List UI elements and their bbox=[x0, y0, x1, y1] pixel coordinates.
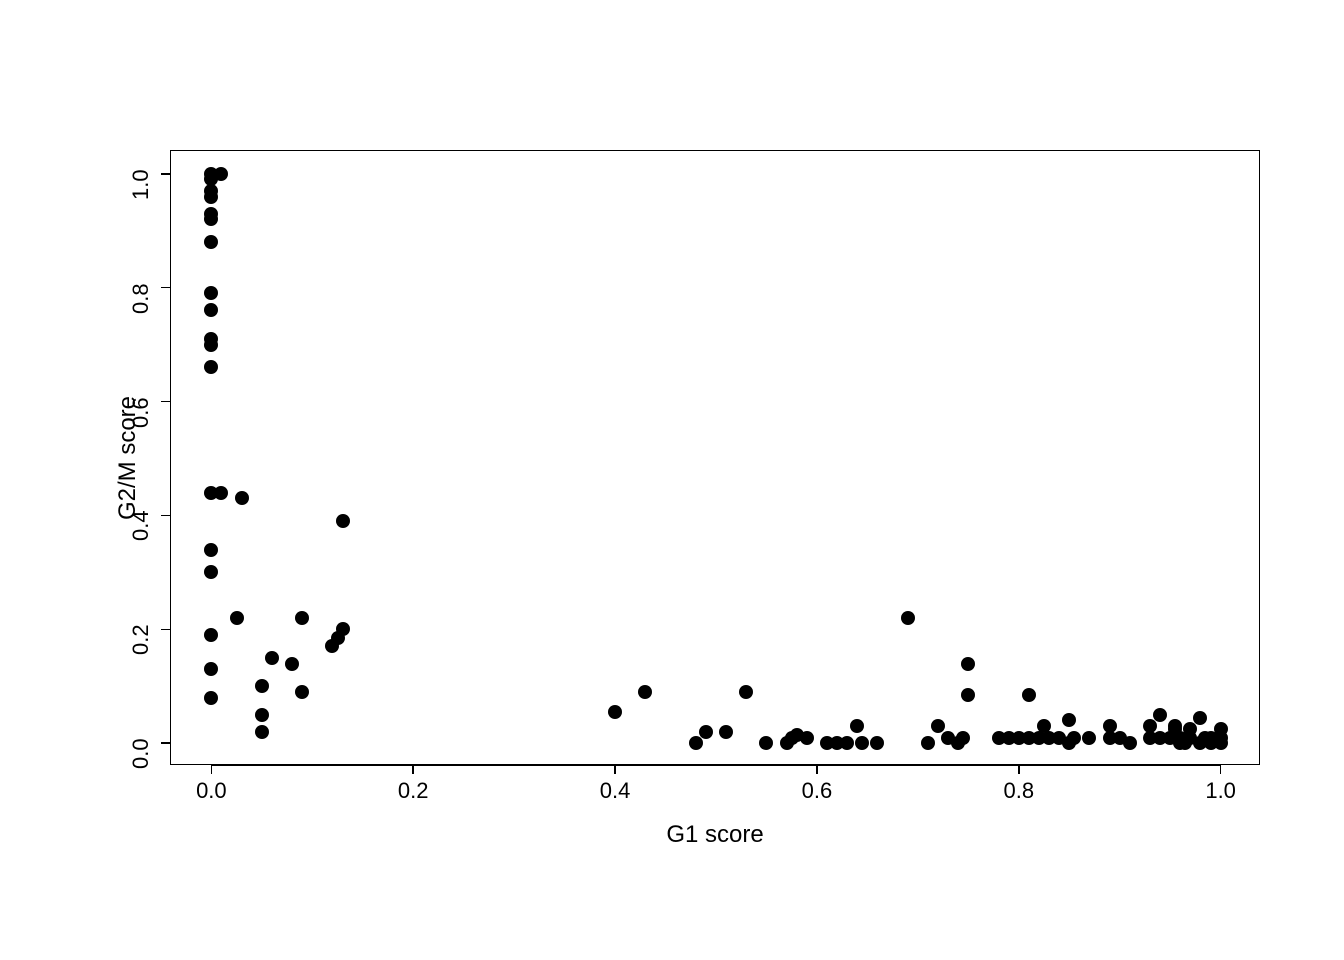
data-point bbox=[204, 332, 218, 346]
x-tick-label: 0.6 bbox=[802, 778, 833, 804]
data-point bbox=[901, 611, 915, 625]
data-point bbox=[719, 725, 733, 739]
x-tick-label: 1.0 bbox=[1205, 778, 1236, 804]
data-point bbox=[739, 685, 753, 699]
data-point bbox=[336, 622, 350, 636]
y-tick-label: 1.0 bbox=[128, 169, 154, 200]
data-point bbox=[295, 611, 309, 625]
data-point bbox=[961, 657, 975, 671]
data-point bbox=[1193, 711, 1207, 725]
data-point bbox=[204, 565, 218, 579]
data-point bbox=[204, 662, 218, 676]
data-point bbox=[230, 611, 244, 625]
scatter-chart: G1 score G2/M score 0.00.20.40.60.81.00.… bbox=[0, 0, 1344, 960]
data-point bbox=[870, 736, 884, 750]
data-point bbox=[1123, 736, 1137, 750]
data-point bbox=[204, 543, 218, 557]
x-tick bbox=[211, 764, 213, 774]
data-point bbox=[235, 491, 249, 505]
data-point bbox=[255, 708, 269, 722]
x-tick bbox=[412, 764, 414, 774]
data-point bbox=[265, 651, 279, 665]
x-tick bbox=[816, 764, 818, 774]
data-point bbox=[255, 725, 269, 739]
data-point bbox=[1062, 713, 1076, 727]
data-point bbox=[961, 688, 975, 702]
x-tick-label: 0.0 bbox=[196, 778, 227, 804]
x-axis-line bbox=[211, 764, 1220, 766]
data-point bbox=[1022, 688, 1036, 702]
data-point bbox=[204, 691, 218, 705]
y-tick-label: 0.0 bbox=[128, 739, 154, 770]
data-point bbox=[214, 486, 228, 500]
data-point bbox=[336, 514, 350, 528]
y-tick-label: 0.8 bbox=[128, 283, 154, 314]
x-tick bbox=[614, 764, 616, 774]
data-point bbox=[850, 719, 864, 733]
data-point bbox=[255, 679, 269, 693]
data-point bbox=[608, 705, 622, 719]
x-tick bbox=[1018, 764, 1020, 774]
data-point bbox=[204, 360, 218, 374]
plot-area: G1 score G2/M score 0.00.20.40.60.81.00.… bbox=[170, 150, 1260, 765]
data-point bbox=[759, 736, 773, 750]
y-tick-label: 0.6 bbox=[128, 397, 154, 428]
y-tick-label: 0.2 bbox=[128, 625, 154, 656]
data-point bbox=[204, 207, 218, 221]
y-axis-line bbox=[170, 174, 172, 743]
data-point bbox=[204, 303, 218, 317]
data-point bbox=[800, 731, 814, 745]
data-point bbox=[295, 685, 309, 699]
x-tick-label: 0.2 bbox=[398, 778, 429, 804]
data-point bbox=[855, 736, 869, 750]
x-tick-label: 0.4 bbox=[600, 778, 631, 804]
data-point bbox=[214, 167, 228, 181]
data-point bbox=[689, 736, 703, 750]
data-point bbox=[921, 736, 935, 750]
data-point bbox=[204, 628, 218, 642]
data-point bbox=[1153, 708, 1167, 722]
x-axis-label: G1 score bbox=[666, 821, 763, 849]
data-point bbox=[699, 725, 713, 739]
x-tick bbox=[1220, 764, 1222, 774]
y-tick-label: 0.4 bbox=[128, 511, 154, 542]
data-point bbox=[1214, 731, 1228, 745]
data-point bbox=[956, 731, 970, 745]
data-point bbox=[638, 685, 652, 699]
x-tick-label: 0.8 bbox=[1003, 778, 1034, 804]
data-point bbox=[840, 736, 854, 750]
data-point bbox=[1067, 731, 1081, 745]
data-point bbox=[285, 657, 299, 671]
data-point bbox=[1082, 731, 1096, 745]
data-point bbox=[204, 286, 218, 300]
data-point bbox=[204, 235, 218, 249]
